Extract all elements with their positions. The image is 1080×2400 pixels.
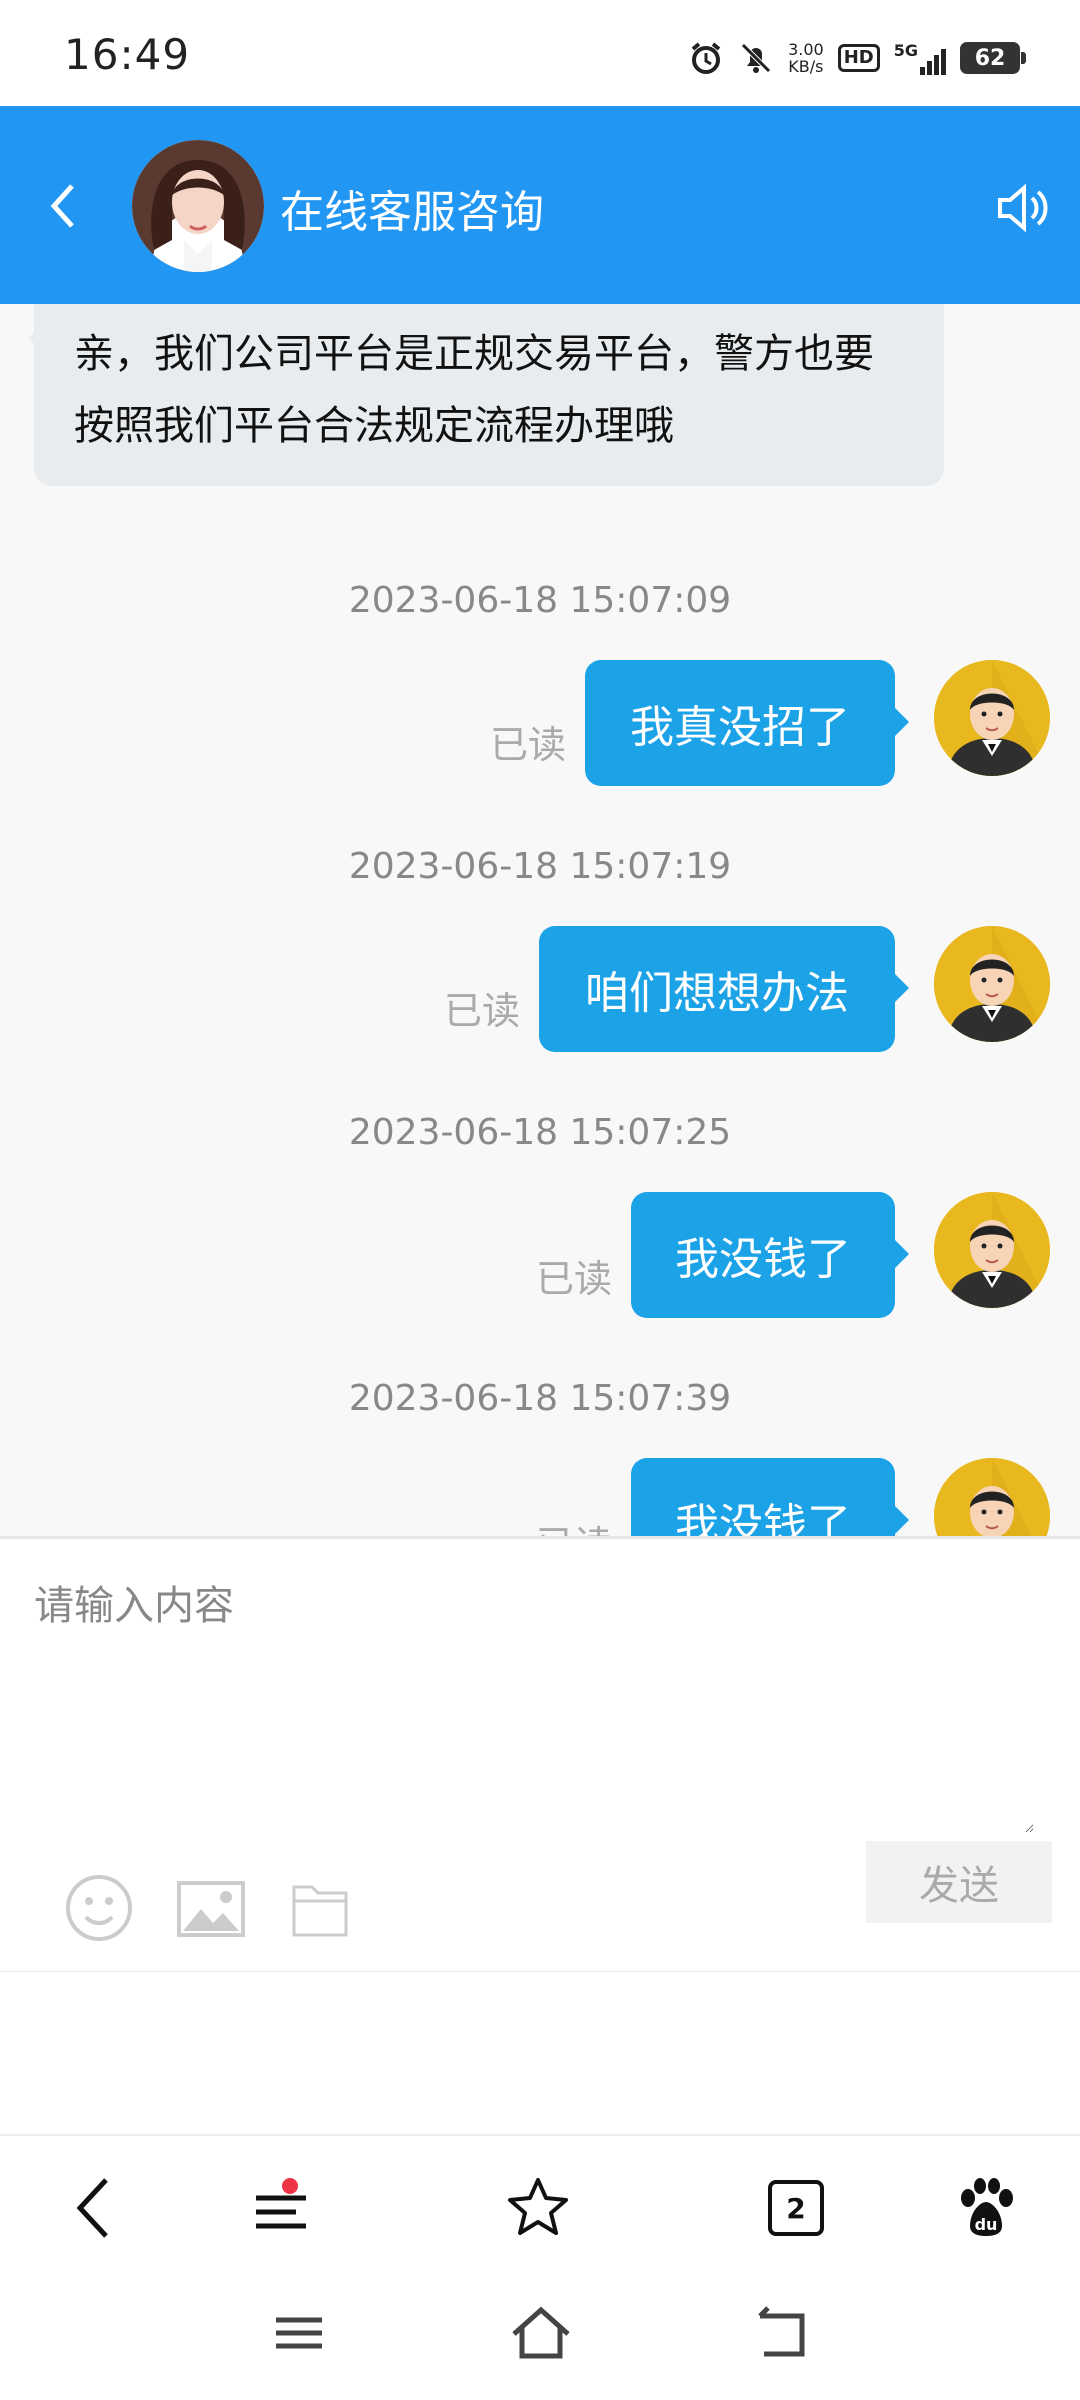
- browser-back-button[interactable]: [52, 2168, 132, 2248]
- user-portrait-icon: [934, 926, 1050, 1042]
- message-timestamp: 2023-06-18 15:07:39: [348, 1378, 732, 1419]
- mute-bell-icon: [741, 43, 771, 73]
- net-speed: 3.00 KB/s: [788, 40, 824, 76]
- page-title: 在线客服咨询: [280, 187, 544, 238]
- read-status: 已读: [536, 1257, 613, 1301]
- chat-header: 在线客服咨询: [0, 106, 1080, 304]
- system-back-button[interactable]: [748, 2298, 818, 2368]
- file-button[interactable]: [290, 1873, 360, 1943]
- emoji-icon: [66, 1875, 132, 1941]
- signal-indicator: 5G: [894, 41, 946, 75]
- star-icon: [508, 2178, 568, 2235]
- bookmark-button[interactable]: [498, 2168, 578, 2248]
- network-label: 5G: [893, 41, 918, 60]
- status-icons: 3.00 KB/s HD 5G 62: [688, 38, 1026, 78]
- user-avatar[interactable]: [934, 1192, 1050, 1308]
- outgoing-message[interactable]: 我真没招了: [585, 660, 909, 786]
- baidu-paw-icon: du: [961, 2178, 1013, 2236]
- message-timestamp: 2023-06-18 15:07:19: [348, 846, 732, 887]
- browser-menu-button[interactable]: [242, 2168, 322, 2248]
- status-bar: 16:49 3.00 KB/s HD 5G 62: [0, 0, 1080, 106]
- tabs-icon: 2: [768, 2180, 824, 2236]
- message-timestamp: 2023-06-18 15:07:25: [348, 1112, 732, 1153]
- read-status: 已读: [490, 723, 567, 767]
- home-button[interactable]: [506, 2298, 576, 2368]
- read-status: 已读: [536, 1514, 612, 1536]
- image-icon: [177, 1881, 245, 1937]
- baidu-button[interactable]: du: [946, 2168, 1026, 2248]
- message-composer: 发送: [0, 1536, 1080, 1974]
- tabs-button[interactable]: 2: [756, 2168, 836, 2248]
- folder-icon: [292, 1885, 348, 1937]
- emoji-button[interactable]: [64, 1873, 134, 1943]
- system-nav-bar: [0, 2270, 1080, 2400]
- menu-icon: [256, 2178, 306, 2229]
- return-icon: [758, 2306, 805, 2357]
- message-input[interactable]: [34, 1573, 1034, 1833]
- browser-toolbar: 2 du: [0, 2134, 1080, 2270]
- outgoing-message[interactable]: 咱们想想办法: [539, 926, 909, 1052]
- back-icon: [76, 2178, 108, 2238]
- svg-text:du: du: [975, 2215, 998, 2234]
- home-icon: [512, 2306, 570, 2359]
- battery-indicator: 62: [960, 42, 1026, 74]
- recent-apps-button[interactable]: [264, 2298, 334, 2368]
- incoming-message[interactable]: 亲，我们公司平台是正规交易平台，警方也要按照我们平台合法规定流程办理哦: [28, 304, 944, 486]
- chat-message-list[interactable]: 亲，我们公司平台是正规交易平台，警方也要按照我们平台合法规定流程办理哦 2023…: [0, 304, 1080, 1536]
- menu-lines-icon: [276, 2317, 322, 2349]
- blank-area: [0, 1972, 1080, 2134]
- back-arrow-icon: [50, 184, 74, 228]
- user-avatar[interactable]: [934, 1458, 1050, 1536]
- user-portrait-icon: [934, 1458, 1050, 1536]
- hd-badge: HD: [837, 44, 880, 72]
- speaker-icon: [998, 183, 1048, 233]
- alarm-icon: [691, 42, 721, 74]
- agent-avatar[interactable]: [132, 140, 264, 272]
- status-time: 16:49: [64, 30, 191, 79]
- read-status: 已读: [444, 989, 521, 1033]
- back-button[interactable]: [32, 166, 92, 246]
- outgoing-message[interactable]: 我没钱了: [631, 1192, 909, 1318]
- user-portrait-icon: [934, 1192, 1050, 1308]
- sound-button[interactable]: [992, 178, 1052, 238]
- agent-portrait-icon: [132, 140, 264, 272]
- user-portrait-icon: [934, 660, 1050, 776]
- user-avatar[interactable]: [934, 660, 1050, 776]
- outgoing-message[interactable]: 我没钱了: [631, 1458, 909, 1536]
- image-button[interactable]: [176, 1873, 246, 1943]
- message-timestamp: 2023-06-18 15:07:09: [348, 580, 732, 621]
- send-button[interactable]: 发送: [866, 1841, 1052, 1923]
- user-avatar[interactable]: [934, 926, 1050, 1042]
